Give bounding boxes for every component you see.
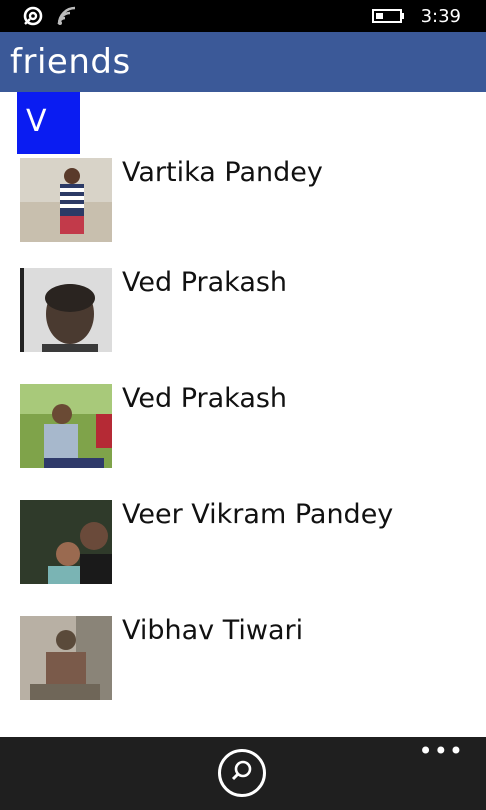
group-header-v[interactable]: V [17, 92, 80, 154]
search-button[interactable] [218, 749, 266, 797]
contact-name: Veer Vikram Pandey [122, 499, 394, 530]
avatar [20, 158, 112, 242]
list-item[interactable]: Vibhav Tiwari [20, 616, 470, 708]
group-letter: V [26, 104, 47, 139]
notification-icon [22, 0, 44, 32]
friends-list[interactable]: V Vartika Pandey Ved Prakash Ved Prakash… [0, 92, 486, 737]
search-icon [229, 758, 255, 788]
avatar [20, 616, 112, 700]
list-item[interactable]: Ved Prakash [20, 384, 470, 476]
avatar [20, 268, 112, 352]
screen: 3:39 friends V Vartika Pandey Ved Prakas… [0, 0, 486, 810]
more-icon[interactable]: ••• [419, 739, 464, 763]
status-bar: 3:39 [0, 0, 486, 32]
contact-name: Ved Prakash [122, 383, 288, 414]
contact-name: Vibhav Tiwari [122, 615, 304, 646]
contact-name: Ved Prakash [122, 267, 288, 298]
page-title: friends [10, 42, 131, 82]
list-item[interactable]: Ved Prakash [20, 268, 470, 360]
avatar [20, 384, 112, 468]
contact-name: Vartika Pandey [122, 157, 323, 188]
status-time: 3:39 [420, 6, 461, 27]
list-item[interactable]: Vartika Pandey [20, 158, 470, 250]
title-bar: friends [0, 32, 486, 92]
wifi-icon [56, 0, 78, 32]
list-item[interactable]: Veer Vikram Pandey [20, 500, 470, 592]
battery-icon [372, 0, 406, 32]
avatar [20, 500, 112, 584]
app-bar: ••• [0, 737, 486, 810]
